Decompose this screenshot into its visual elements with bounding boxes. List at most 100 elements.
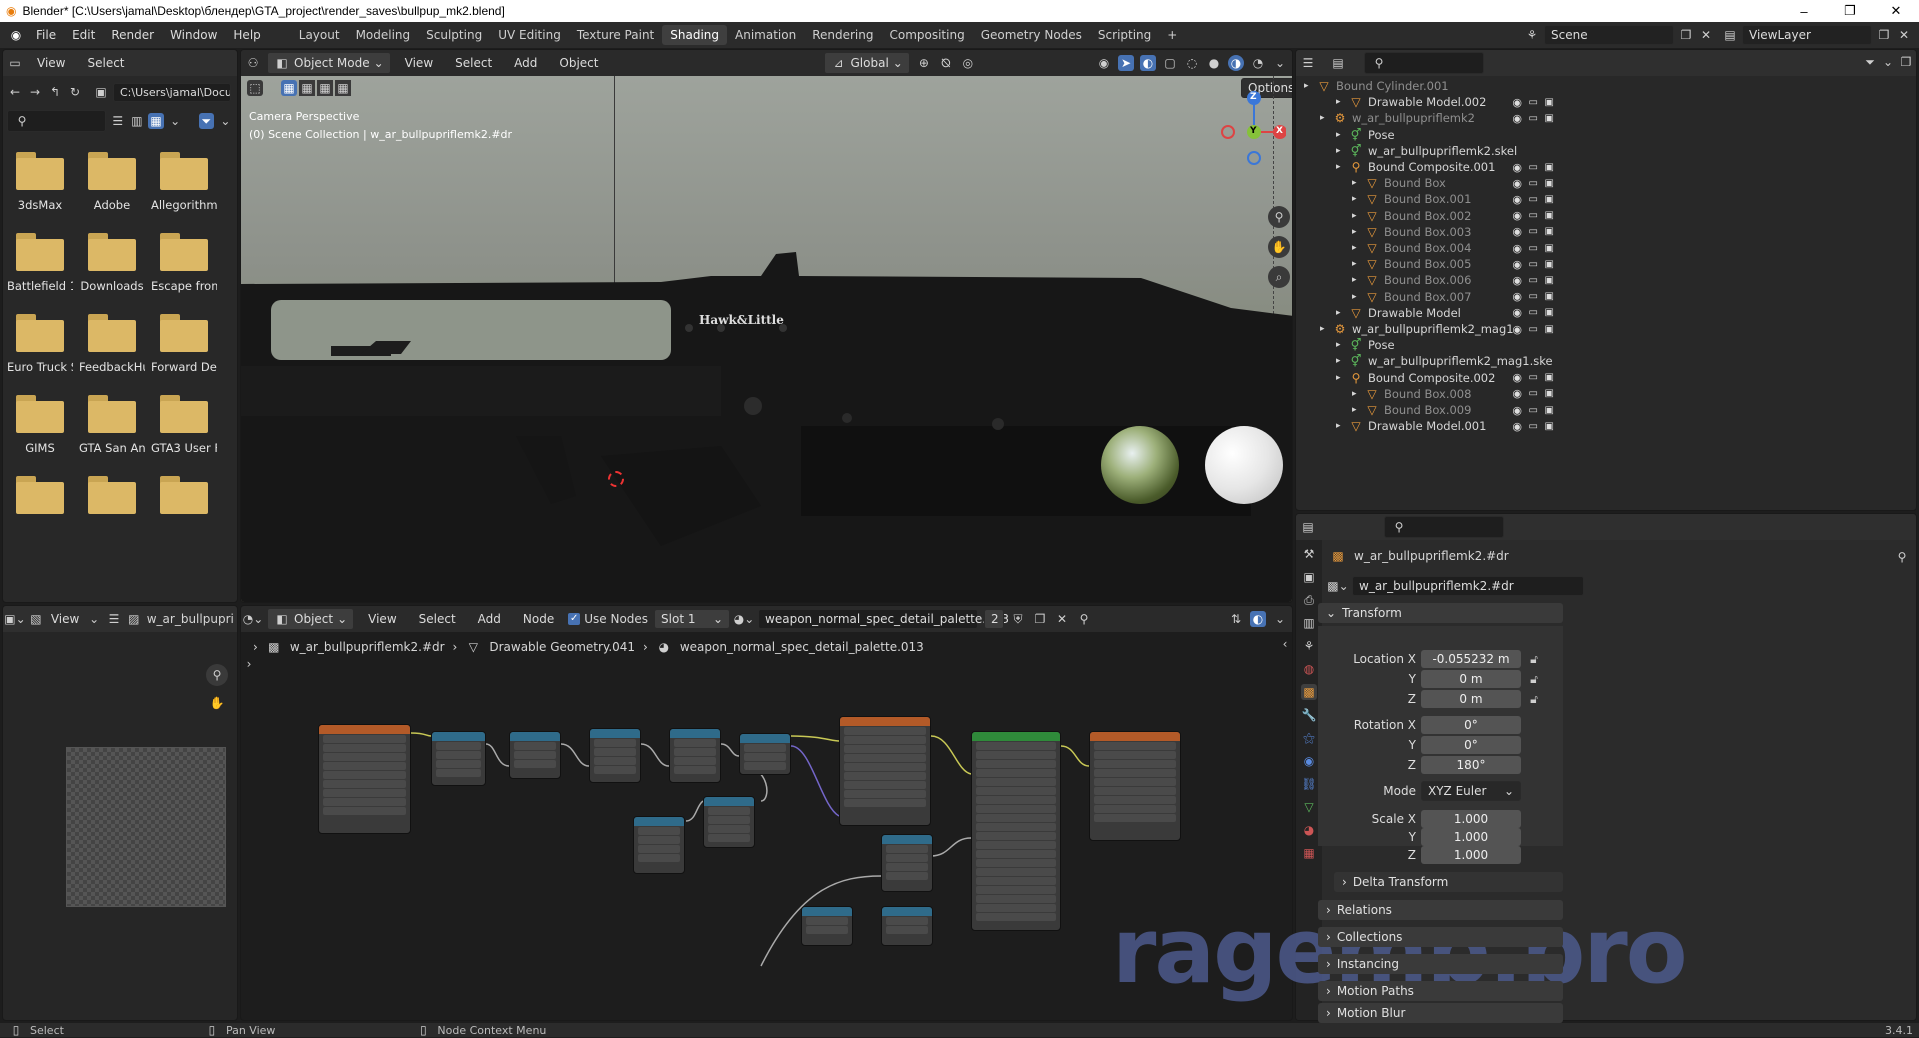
render-toggle-icon[interactable]: ▣ (1545, 210, 1554, 221)
object-name-field[interactable]: w_ar_bullpupriflemk2.#dr (1352, 576, 1584, 596)
parent-dir-icon[interactable]: ↰ (47, 84, 63, 100)
round-node[interactable] (509, 731, 561, 779)
new-scene-icon[interactable]: ❐ (1678, 27, 1694, 43)
section-motion-blur[interactable]: › Motion Blur (1318, 1003, 1563, 1023)
expand-arrow-icon[interactable]: ▸ (1336, 162, 1348, 172)
viewport-toggle-icon[interactable]: ▭ (1529, 194, 1538, 205)
expand-arrow-icon[interactable]: ▸ (1352, 389, 1364, 399)
image-name-field[interactable]: w_ar_bullpuprifle_m (147, 612, 233, 626)
editor-type-icon[interactable]: ⚇ (245, 55, 261, 71)
menu-edit[interactable]: Edit (64, 28, 103, 42)
outliner-row[interactable]: ▸ ▽ Bound Box.007 ◉ ▭ ▣ (1296, 289, 1558, 305)
viewlayer-field[interactable]: ViewLayer (1742, 25, 1872, 45)
visibility-eye-icon[interactable]: ◉ (1512, 161, 1522, 174)
outliner-row[interactable]: ▸ ⚥ Pose (1296, 127, 1558, 143)
world-tab-icon[interactable]: ◍ (1301, 661, 1317, 677)
chevron-down-icon[interactable]: ⌄ (1272, 55, 1288, 71)
outliner-row[interactable]: ▸ ▽ Bound Box.006 ◉ ▭ ▣ (1296, 272, 1558, 288)
lock-icon[interactable]: 🔓︎ (1526, 652, 1542, 666)
folder-item[interactable]: Battlefield 1 (7, 233, 73, 293)
list-view-icon[interactable]: ☰ (110, 113, 125, 129)
expand-arrow-icon[interactable]: ▸ (1352, 243, 1364, 253)
visibility-eye-icon[interactable]: ◉ (1512, 177, 1522, 190)
outliner-row[interactable]: ▸ ⚲ Bound Composite.002 ◉ ▭ ▣ (1296, 370, 1558, 386)
zoom-icon[interactable]: ⚲ (206, 664, 228, 686)
render-toggle-icon[interactable]: ▣ (1545, 259, 1554, 270)
outliner-row[interactable]: ▸ ⚥ Pose (1296, 337, 1558, 353)
expand-arrow-icon[interactable]: ▸ (1336, 308, 1348, 318)
rotation-mode-dropdown[interactable]: XYZ Euler ⌄ (1421, 781, 1521, 801)
thumbnail-view-icon[interactable]: ▦ (148, 113, 164, 129)
visibility-eye-icon[interactable]: ◉ (1512, 258, 1522, 271)
3d-cursor[interactable] (608, 471, 624, 487)
outliner-filter-icon[interactable]: ⏷ (1862, 54, 1878, 70)
expand-arrow-icon[interactable]: ▸ (1352, 292, 1364, 302)
render-toggle-icon[interactable]: ▣ (1545, 243, 1554, 254)
scale-z-field[interactable]: 1.000 (1421, 846, 1521, 864)
new-collection-icon[interactable]: ❐ (1898, 54, 1914, 70)
orientation-dropdown[interactable]: ⊿ Global ⌄ (823, 52, 910, 74)
proportional-edit-icon[interactable]: ◎ (960, 55, 976, 71)
viewport-view-menu[interactable]: View (397, 56, 441, 70)
outliner-row[interactable]: ▸ ▽ Drawable Model.001 ◉ ▭ ▣ (1296, 418, 1558, 434)
viewport-toggle-icon[interactable]: ▭ (1529, 275, 1538, 286)
viewport-toggle-icon[interactable]: ▭ (1529, 210, 1538, 221)
chevron-down-icon[interactable]: ⌄ (168, 113, 183, 129)
viewport-toggle-icon[interactable]: ▭ (1529, 405, 1538, 416)
multiply-node[interactable] (881, 834, 933, 892)
image-texture-node[interactable] (1089, 731, 1181, 841)
tab-texture-paint[interactable]: Texture Paint (569, 25, 662, 45)
gizmo-neg-x-icon[interactable] (1221, 125, 1235, 139)
section-motion-paths[interactable]: › Motion Paths (1318, 981, 1563, 1001)
image-editor-icon[interactable]: ▣⌄ (4, 611, 25, 627)
scene-tab-icon[interactable]: ⚘ (1301, 638, 1317, 654)
expand-arrow-icon[interactable]: ▸ (1352, 259, 1364, 269)
viewport-toggle-icon[interactable]: ▭ (1529, 324, 1538, 335)
visibility-eye-icon[interactable]: ◉ (1512, 225, 1522, 238)
constraints-tab-icon[interactable]: ⛓ (1301, 776, 1317, 792)
render-toggle-icon[interactable]: ▣ (1545, 388, 1554, 399)
delete-scene-icon[interactable]: ✕ (1698, 27, 1714, 43)
tab-compositing[interactable]: Compositing (881, 25, 972, 45)
viewport-object-menu[interactable]: Object (551, 56, 606, 70)
subtract-node[interactable] (703, 796, 755, 848)
tab-uv-editing[interactable]: UV Editing (490, 25, 569, 45)
tab-shading[interactable]: Shading (662, 25, 727, 45)
material-tab-icon[interactable]: ◕ (1301, 822, 1317, 838)
new-folder-icon[interactable]: ▣ (93, 84, 109, 100)
visibility-eye-icon[interactable]: ◉ (1512, 193, 1522, 206)
output-tab-icon[interactable]: ⎙ (1301, 592, 1317, 608)
rotation-y-field[interactable]: 0° (1421, 736, 1521, 754)
snap-icon[interactable]: ⦰ (938, 55, 954, 71)
pin-icon[interactable]: ⚲ (1894, 549, 1910, 565)
modifier-tab-icon[interactable]: 🔧 (1301, 707, 1317, 723)
add-workspace-button[interactable]: + (1159, 25, 1185, 45)
viewport-select-menu[interactable]: Select (447, 56, 500, 70)
transform-section-header[interactable]: ⌄ Transform (1318, 603, 1563, 623)
multiply-node[interactable] (633, 816, 685, 874)
render-toggle-icon[interactable]: ▣ (1545, 162, 1554, 173)
refresh-icon[interactable]: ↻ (67, 84, 83, 100)
outliner-search-input[interactable]: ⚲ (1364, 52, 1484, 74)
folder-item[interactable]: Forward Dev... (151, 314, 217, 374)
subtract-node[interactable] (589, 728, 641, 783)
render-tab-icon[interactable]: ▣ (1301, 569, 1317, 585)
properties-search-input[interactable]: ⚲ (1384, 516, 1504, 538)
visibility-eye-icon[interactable]: ◉ (1512, 323, 1522, 336)
viewport-add-menu[interactable]: Add (506, 56, 545, 70)
outliner-row[interactable]: ▸ ▽ Bound Box.008 ◉ ▭ ▣ (1296, 386, 1558, 402)
viewport-toggle-icon[interactable]: ▭ (1529, 97, 1538, 108)
viewport-toggle-icon[interactable]: ▭ (1529, 307, 1538, 318)
folder-item[interactable] (79, 476, 145, 522)
tweak-tool-icon[interactable]: ⬚ (247, 80, 263, 96)
menu-help[interactable]: Help (225, 28, 268, 42)
chevron-down-icon[interactable]: ⌄ (87, 611, 101, 627)
image-icon[interactable]: ▨ (127, 611, 141, 627)
viewport-toggle-icon[interactable]: ▭ (1529, 162, 1538, 173)
render-toggle-icon[interactable]: ▣ (1545, 291, 1554, 302)
expand-arrow-icon[interactable]: ▸ (1352, 275, 1364, 285)
section-collections[interactable]: › Collections (1318, 927, 1563, 947)
viewport-toggle-icon[interactable]: ▭ (1529, 291, 1538, 302)
menu-render[interactable]: Render (103, 28, 162, 42)
expand-arrow-icon[interactable]: ▸ (1304, 81, 1316, 91)
